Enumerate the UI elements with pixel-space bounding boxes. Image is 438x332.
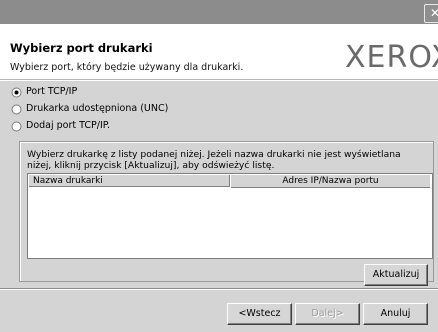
cancel-button[interactable]: Anuluj (363, 303, 428, 325)
refresh-button[interactable]: Aktualizuj (364, 264, 428, 286)
printer-listbox[interactable]: Nazwa drukarki Adres IP/Nazwa portu (27, 173, 433, 259)
radio-port-tcpip[interactable] (11, 87, 22, 98)
radio-label-shared-printer-unc[interactable]: Drukarka udostępniona (UNC) (26, 103, 168, 114)
back-button[interactable]: <Wstecz (227, 303, 292, 325)
close-button[interactable]: ✕ (424, 4, 438, 23)
column-header-ip-port[interactable]: Adres IP/Nazwa portu (231, 175, 430, 188)
printer-list-instruction: Wybierz drukarkę z listy podanej niżej. … (27, 149, 401, 171)
xerox-logo: XEROX (345, 40, 438, 75)
page-title: Wybierz port drukarki (10, 41, 153, 55)
radio-label-add-tcpip-port[interactable]: Dodaj port TCP/IP. (26, 120, 110, 131)
next-button[interactable]: Dalej> (295, 303, 360, 325)
radio-add-tcpip-port[interactable] (11, 121, 22, 132)
radio-label-port-tcpip[interactable]: Port TCP/IP (26, 86, 77, 97)
radio-shared-printer-unc[interactable] (11, 104, 22, 115)
title-bar (0, 0, 438, 24)
page-subtitle: Wybierz port, który będzie używany dla d… (10, 62, 244, 73)
column-header-printer-name[interactable]: Nazwa drukarki (29, 175, 230, 187)
